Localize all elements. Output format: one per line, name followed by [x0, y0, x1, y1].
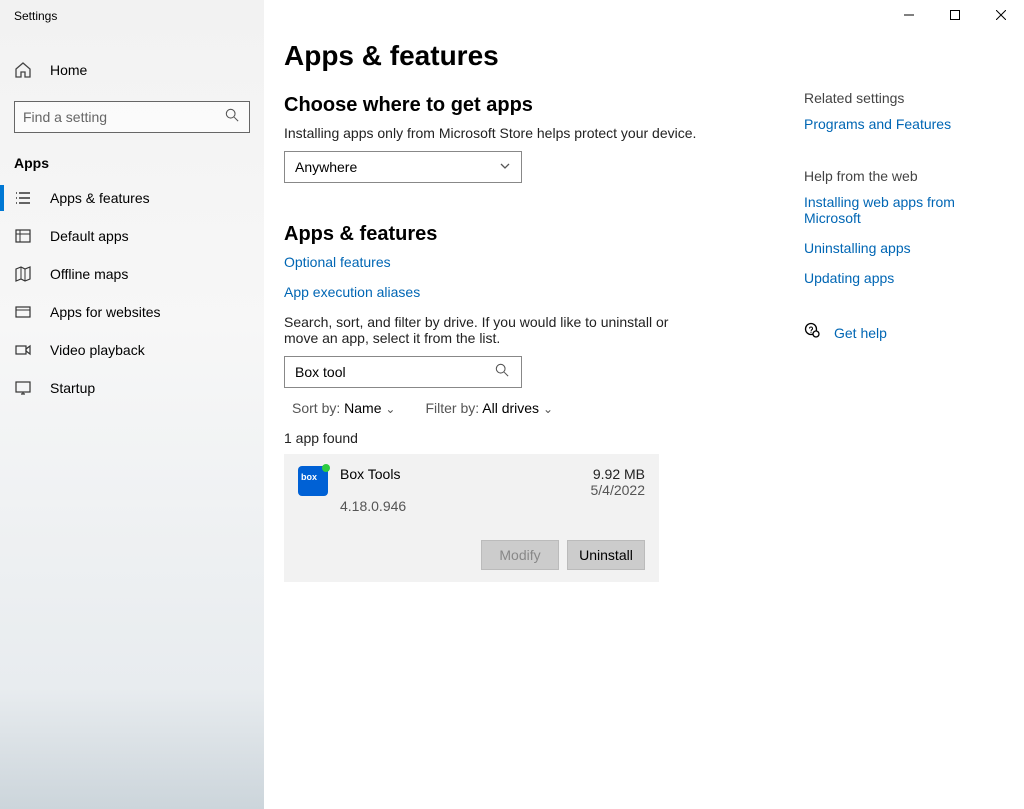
help-heading: Help from the web [804, 168, 1004, 184]
home-label: Home [50, 62, 87, 78]
main-content: Apps & features Choose where to get apps… [264, 0, 1024, 809]
nav-label: Offline maps [50, 266, 128, 282]
apps-count: 1 app found [284, 430, 774, 446]
video-icon [14, 341, 32, 359]
sidebar-item-apps-websites[interactable]: Apps for websites [0, 293, 264, 331]
sidebar-search[interactable] [14, 101, 250, 133]
app-date: 5/4/2022 [591, 482, 646, 498]
right-pane: Related settings Programs and Features H… [804, 90, 1004, 789]
filter-by-dropdown[interactable]: Filter by: All drives ⌄ [425, 400, 553, 416]
window-title: Settings [0, 0, 264, 23]
chevron-down-icon: ⌄ [385, 402, 395, 416]
choose-heading: Choose where to get apps [284, 94, 774, 117]
optional-features-link[interactable]: Optional features [284, 254, 774, 270]
map-icon [14, 265, 32, 283]
search-icon [225, 108, 241, 127]
help-link-installing[interactable]: Installing web apps from Microsoft [804, 194, 1004, 226]
nav-label: Default apps [50, 228, 129, 244]
nav-label: Apps for websites [50, 304, 161, 320]
help-link-uninstalling[interactable]: Uninstalling apps [804, 240, 1004, 256]
defaults-icon [14, 227, 32, 245]
choose-description: Installing apps only from Microsoft Stor… [284, 125, 774, 141]
apps-search[interactable] [284, 356, 522, 388]
sidebar-item-offline-maps[interactable]: Offline maps [0, 255, 264, 293]
nav-label: Apps & features [50, 190, 150, 206]
app-exec-aliases-link[interactable]: App execution aliases [284, 284, 774, 300]
programs-features-link[interactable]: Programs and Features [804, 116, 1004, 132]
app-list-item[interactable]: box Box Tools 4.18.0.946 9.92 MB 5/4/202… [284, 454, 659, 582]
apps-heading: Apps & features [284, 223, 774, 246]
apps-search-input[interactable] [295, 364, 495, 380]
get-help-link[interactable]: Get help [834, 325, 887, 341]
app-version: 4.18.0.946 [340, 498, 591, 514]
home-button[interactable]: Home [0, 53, 264, 87]
sidebar-item-default-apps[interactable]: Default apps [0, 217, 264, 255]
search-icon [495, 363, 511, 382]
sort-by-dropdown[interactable]: Sort by: Name ⌄ [292, 400, 395, 416]
related-heading: Related settings [804, 90, 1004, 106]
app-icon: box [298, 466, 328, 496]
uninstall-button[interactable]: Uninstall [567, 540, 645, 570]
app-size: 9.92 MB [591, 466, 646, 482]
nav-label: Startup [50, 380, 95, 396]
sidebar: Settings Home Apps Apps & features Defau [0, 0, 264, 809]
help-link-updating[interactable]: Updating apps [804, 270, 1004, 286]
modify-button: Modify [481, 540, 559, 570]
nav-label: Video playback [50, 342, 145, 358]
list-icon [14, 189, 32, 207]
chevron-down-icon: ⌄ [543, 402, 553, 416]
app-name: Box Tools [340, 466, 591, 482]
sidebar-item-video-playback[interactable]: Video playback [0, 331, 264, 369]
search-description: Search, sort, and filter by drive. If yo… [284, 314, 694, 346]
get-help-icon [804, 322, 820, 343]
page-title: Apps & features [284, 40, 774, 72]
dropdown-value: Anywhere [295, 159, 357, 175]
sidebar-item-startup[interactable]: Startup [0, 369, 264, 407]
sidebar-item-apps-features[interactable]: Apps & features [0, 179, 264, 217]
sidebar-section-label: Apps [14, 155, 264, 171]
apps-web-icon [14, 303, 32, 321]
startup-icon [14, 379, 32, 397]
sidebar-search-input[interactable] [23, 109, 225, 125]
chevron-down-icon [499, 160, 511, 175]
apps-source-dropdown[interactable]: Anywhere [284, 151, 522, 183]
home-icon [14, 61, 32, 79]
